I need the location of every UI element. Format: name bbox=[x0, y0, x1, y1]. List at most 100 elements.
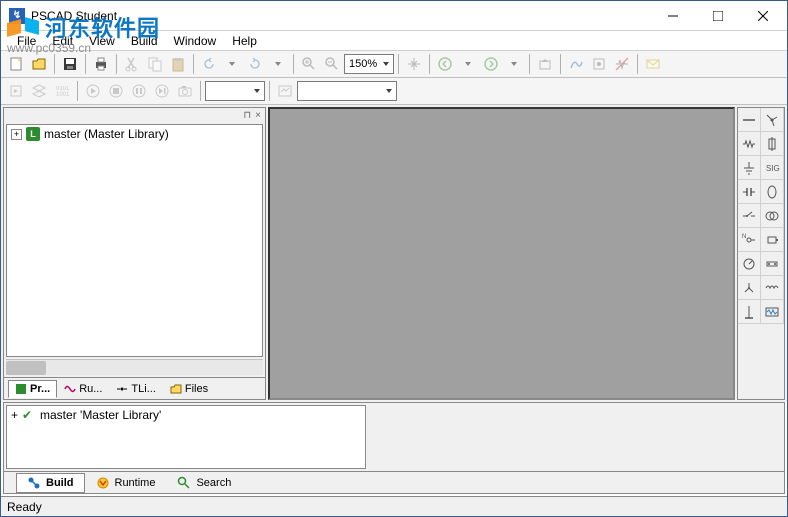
zoom-in-button bbox=[298, 53, 320, 75]
save-button[interactable] bbox=[59, 53, 81, 75]
nav-forward-dropdown bbox=[503, 53, 525, 75]
redo-button bbox=[244, 53, 266, 75]
tab-runtime-output[interactable]: Runtime bbox=[85, 473, 167, 493]
menu-file[interactable]: File bbox=[9, 32, 44, 50]
undo-dropdown bbox=[221, 53, 243, 75]
expand-icon[interactable]: + bbox=[11, 129, 22, 140]
toolbar-separator bbox=[269, 81, 270, 101]
print-button[interactable] bbox=[90, 53, 112, 75]
toolbar-separator bbox=[398, 54, 399, 74]
files-icon bbox=[170, 383, 182, 395]
palette-transformer-icon[interactable] bbox=[761, 204, 784, 228]
menu-window[interactable]: Window bbox=[166, 32, 225, 50]
tab-label: Ru... bbox=[79, 383, 102, 395]
toolbar-separator bbox=[85, 54, 86, 74]
palette-scope-icon[interactable] bbox=[761, 300, 784, 324]
menu-view[interactable]: View bbox=[81, 32, 123, 50]
palette-meter-icon[interactable] bbox=[738, 252, 761, 276]
output-tabs: Build Runtime Search bbox=[4, 471, 784, 493]
palette-battery-icon[interactable] bbox=[761, 228, 784, 252]
palette-coil-icon[interactable] bbox=[761, 276, 784, 300]
maximize-button[interactable] bbox=[695, 2, 740, 30]
toolbar-separator bbox=[200, 81, 201, 101]
tree-row[interactable]: + ✔ master 'Master Library' bbox=[7, 406, 365, 424]
library-icon: L bbox=[26, 127, 40, 141]
runtime-output-icon bbox=[96, 476, 110, 490]
menu-edit[interactable]: Edit bbox=[44, 32, 81, 50]
palette-diode-icon[interactable] bbox=[738, 300, 761, 324]
palette-star-icon[interactable] bbox=[738, 276, 761, 300]
toolbar-separator bbox=[116, 54, 117, 74]
tree-row[interactable]: + L master (Master Library) bbox=[7, 125, 262, 143]
tab-files[interactable]: Files bbox=[163, 380, 215, 398]
panel-close-icon[interactable]: × bbox=[255, 110, 261, 121]
tab-runtime[interactable]: Ru... bbox=[57, 380, 109, 398]
palette-node-icon[interactable] bbox=[761, 108, 784, 132]
run-combo[interactable] bbox=[205, 81, 265, 101]
wire-mode-button bbox=[565, 53, 587, 75]
build-tree[interactable]: + ✔ master 'Master Library' bbox=[6, 405, 366, 469]
nav-forward-button bbox=[480, 53, 502, 75]
tab-label: Runtime bbox=[115, 477, 156, 489]
toolbar-separator bbox=[193, 54, 194, 74]
project-panel: ⊓ × + L master (Master Library) Pr... Ru bbox=[3, 107, 266, 400]
toolbar-separator bbox=[293, 54, 294, 74]
menu-help[interactable]: Help bbox=[224, 32, 265, 50]
menu-build[interactable]: Build bbox=[123, 32, 166, 50]
menubar: File Edit View Build Window Help bbox=[1, 31, 787, 51]
minimize-button[interactable] bbox=[650, 2, 695, 30]
palette-ground-icon[interactable] bbox=[738, 156, 761, 180]
tree-label: master 'Master Library' bbox=[40, 408, 161, 422]
canvas-area[interactable] bbox=[268, 107, 735, 400]
project-tree[interactable]: + L master (Master Library) bbox=[6, 124, 263, 357]
search-icon bbox=[177, 476, 191, 490]
toolbar-separator bbox=[54, 54, 55, 74]
tab-label: Files bbox=[185, 383, 208, 395]
tab-search-output[interactable]: Search bbox=[166, 473, 242, 493]
tree-scrollbar[interactable] bbox=[6, 359, 263, 375]
redo-dropdown bbox=[267, 53, 289, 75]
status-text: Ready bbox=[7, 500, 42, 514]
palette-inductor-icon[interactable] bbox=[761, 180, 784, 204]
pan-button bbox=[403, 53, 425, 75]
project-tabs: Pr... Ru... TLi... Files bbox=[4, 377, 265, 399]
step-button bbox=[151, 80, 173, 102]
zoom-out-button bbox=[321, 53, 343, 75]
tline-icon bbox=[116, 383, 128, 395]
pause-button bbox=[128, 80, 150, 102]
tab-build[interactable]: Build bbox=[16, 473, 85, 493]
status-bar: Ready bbox=[1, 496, 787, 516]
palette-terminal-icon[interactable]: N bbox=[738, 228, 761, 252]
paste-button bbox=[167, 53, 189, 75]
new-button[interactable] bbox=[5, 53, 27, 75]
layers-button bbox=[28, 80, 50, 102]
build-icon bbox=[27, 476, 41, 490]
tab-label: Pr... bbox=[30, 383, 50, 395]
titlebar: ↯ PSCAD Student bbox=[1, 1, 787, 31]
palette-capacitor-icon[interactable] bbox=[738, 180, 761, 204]
runtime-icon bbox=[64, 383, 76, 395]
palette-fuse-icon[interactable] bbox=[761, 132, 784, 156]
compile-button bbox=[5, 80, 27, 102]
palette-source-icon[interactable] bbox=[761, 252, 784, 276]
palette-sig-icon[interactable]: SIG bbox=[761, 156, 784, 180]
pin-icon[interactable]: ⊓ bbox=[243, 110, 251, 121]
open-button[interactable] bbox=[28, 53, 50, 75]
expand-icon[interactable]: + bbox=[11, 408, 18, 422]
snapshot-button bbox=[174, 80, 196, 102]
palette-resistor-icon[interactable] bbox=[738, 132, 761, 156]
zoom-combo[interactable]: 150% bbox=[344, 54, 394, 74]
palette-wire-icon[interactable] bbox=[738, 108, 761, 132]
palette-switch-icon[interactable] bbox=[738, 204, 761, 228]
cut-button bbox=[121, 53, 143, 75]
close-button[interactable] bbox=[740, 2, 785, 30]
toolbar-separator bbox=[77, 81, 78, 101]
tab-projects[interactable]: Pr... bbox=[8, 380, 57, 398]
tab-label: Search bbox=[196, 477, 231, 489]
component-button bbox=[588, 53, 610, 75]
stop-button bbox=[105, 80, 127, 102]
output-panel: + ✔ master 'Master Library' Build Runtim… bbox=[3, 402, 785, 494]
tab-tline[interactable]: TLi... bbox=[109, 380, 162, 398]
toolbar-separator bbox=[637, 54, 638, 74]
plot-combo[interactable] bbox=[297, 81, 397, 101]
